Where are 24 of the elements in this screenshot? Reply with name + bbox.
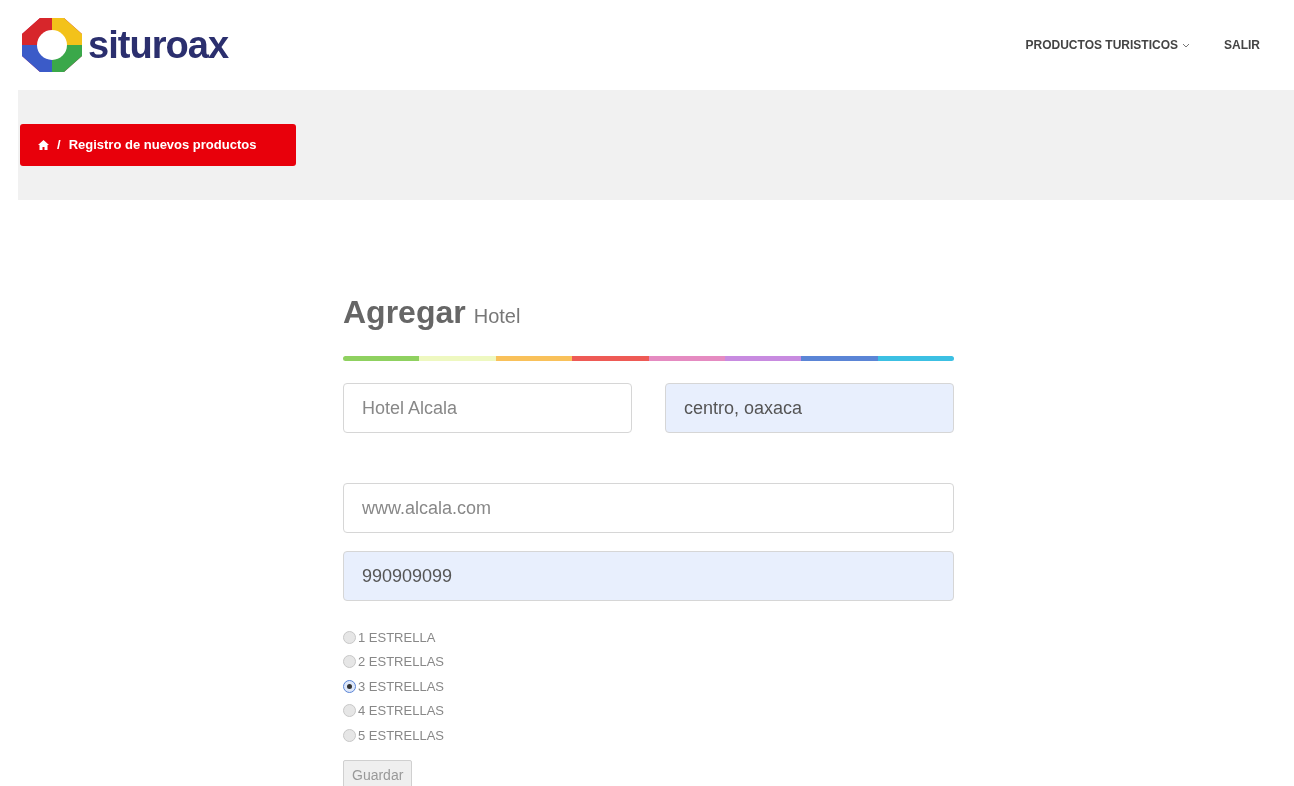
radio-button[interactable] bbox=[343, 704, 356, 718]
radio-label: 1 ESTRELLA bbox=[358, 628, 436, 647]
nav-link[interactable]: SALIR bbox=[1224, 36, 1260, 54]
radio-label: 5 ESTRELLAS bbox=[358, 726, 444, 745]
radio-button[interactable] bbox=[343, 630, 356, 644]
form-title: Agregar bbox=[343, 293, 466, 332]
home-icon bbox=[38, 140, 49, 150]
logo-text: situroax bbox=[88, 26, 229, 64]
input-field[interactable]: centro, oaxaca bbox=[665, 383, 954, 433]
breadcrumb-separator: / bbox=[57, 136, 61, 155]
input-field[interactable]: 990909099 bbox=[343, 551, 954, 601]
radio-label: 4 ESTRELLAS bbox=[358, 702, 444, 720]
chevron-down-icon bbox=[1182, 42, 1190, 48]
input-field[interactable]: www.alcala.com bbox=[343, 483, 954, 533]
radio-button[interactable] bbox=[343, 679, 356, 693]
radio-label: 3 ESTRELLAS bbox=[358, 677, 444, 696]
logo-icon bbox=[20, 16, 84, 74]
radio-label: 2 ESTRELLAS bbox=[358, 653, 444, 671]
form-subtitle: Hotel bbox=[473, 304, 521, 329]
breadcrumb-link[interactable]: Registro de nuevos productos bbox=[68, 135, 257, 155]
radio-button[interactable] bbox=[343, 655, 356, 669]
radio-button[interactable] bbox=[343, 728, 356, 742]
nav-link[interactable]: PRODUCTOS TURISTICOS bbox=[1025, 36, 1190, 54]
input-field[interactable]: Hotel Alcala bbox=[343, 383, 632, 433]
